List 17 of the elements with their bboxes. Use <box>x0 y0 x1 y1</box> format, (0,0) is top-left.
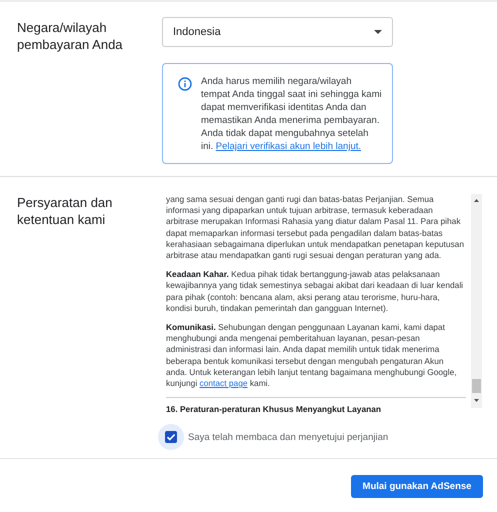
terms-paragraph: Keadaan Kahar. Kedua pihak tidak bertanggung-jawab atas pelaksanaan kewajibannya yang tidak semestinya sebagai akibat dari keadaan di luar kendali para pihak (contoh: bencana alam, aksi perang atau terorisme, huru-hara, kondisi buruh, tindakan pemerintah dan gangguan Internet). <box>166 269 464 314</box>
start-button[interactable]: Mulai gunakan AdSense <box>351 475 483 498</box>
info-text: Anda harus memilih negara/wilayah tempat Anda tinggal saat ini sehingga kami dapat memverifikasi identitas Anda dan memastikan Anda menerima pembayaran. Anda tidak dapat mengubahnya setelah ini. Pelajari verifikasi akun lebih lanjut. <box>201 75 382 153</box>
agree-checkbox[interactable] <box>158 424 184 450</box>
field-label: Negara/wilayah pembayaran Anda <box>17 19 124 54</box>
learn-more-link[interactable]: Pelajari verifikasi akun lebih lanjut. <box>216 141 362 152</box>
terms-paragraph: Komunikasi. Sehubungan dengan penggunaan Layanan kami, kami dapat menghubungi anda mengenai pemberitahuan layanan, pesan-pesan administrasi dan informasi lain. Anda dapat memilih untuk tidak menerima beberapa bentuk komunikasi tersebut dengan mengubah pengaturan Akun anda. Untuk keterangan lebih lanjut tentang bagaimana menghubungi Google, kunjungi contact page kami. <box>166 322 458 390</box>
terms-heading: 16. Peraturan-peraturan Khusus Menyangkut Layanan <box>166 404 382 416</box>
scrollbar[interactable] <box>471 194 482 408</box>
caret-icon <box>374 30 382 34</box>
contact-link[interactable]: contact page <box>200 378 248 388</box>
country-dropdown[interactable]: Indonesia <box>162 17 393 47</box>
terms-paragraph: yang sama sesuai dengan ganti rugi dan batas-batas Perjanjian. Semua informasi yang dipaparkan untuk tujuan arbitrase, termasuk keberadaan arbitrase merupakan Informasi Rahasia yang diatur dalam Pasal 11. Para pihak dapat memaparkan informasi tersebut pada pengadilan dalam batas-batas kerahasiaan sebagaimana diperlukan untuk mendapatkan penetapan keputusan arbitrase atau mendapatkan ganti rugi sesuai dengan peraturan yang ada. <box>166 194 465 262</box>
info-icon <box>178 77 192 91</box>
section-label: Persyaratan dan ketentuan kami <box>17 194 114 229</box>
check-icon <box>166 432 176 442</box>
checkbox-label: Saya telah membaca dan menyetujui perjanjian <box>188 432 388 442</box>
